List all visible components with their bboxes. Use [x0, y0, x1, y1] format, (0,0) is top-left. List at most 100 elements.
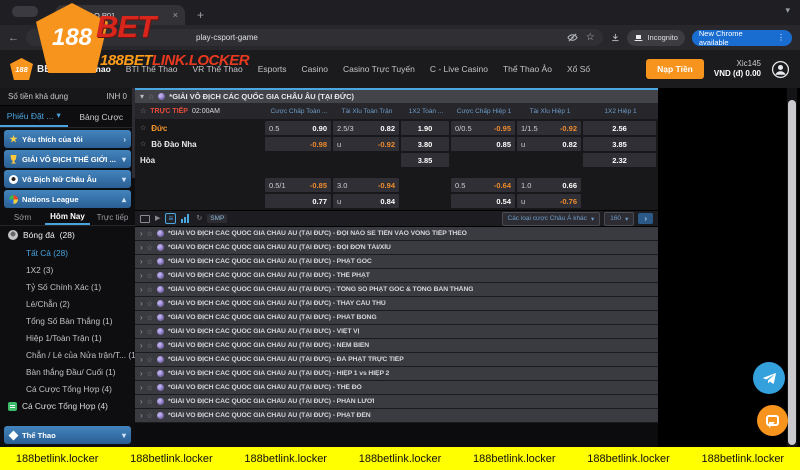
day-tab-0[interactable]: Sớm [0, 210, 45, 225]
star-icon[interactable]: ☆ [147, 258, 153, 266]
list-view-icon[interactable]: ≡ [165, 213, 176, 224]
filter-item-2[interactable]: Tỷ Số Chính Xác (1) [0, 278, 135, 295]
deposit-button[interactable]: Nạp Tiền [646, 59, 704, 79]
star-icon[interactable]: ☆ [147, 272, 153, 280]
star-icon[interactable]: ☆ [147, 342, 153, 350]
filter-item-3[interactable]: Lẻ/Chẵn (2) [0, 295, 135, 312]
odds-cell[interactable]: 3.85 [583, 137, 656, 151]
back-icon[interactable]: ← [8, 32, 19, 44]
star-icon[interactable]: ☆ [147, 300, 153, 308]
chart-view-icon[interactable] [181, 214, 191, 223]
odds-cell[interactable]: 0.5-0.64 [451, 178, 515, 192]
odds-cell[interactable]: 1.00.66 [517, 178, 581, 192]
tab-search-chevron-icon[interactable]: ▾ [785, 5, 790, 16]
market-type-select[interactable]: Các loại cược Châu Á khác ▾ [502, 212, 601, 226]
star-icon[interactable]: ☆ [147, 384, 153, 392]
nav-item-8[interactable]: Xổ Số [567, 64, 590, 74]
market-row-7[interactable]: ›☆*GIẢI VÔ ĐỊCH CÁC QUỐC GIA CHÂU ÂU (TẠ… [135, 325, 658, 339]
nav-item-6[interactable]: C - Live Casino [430, 64, 488, 74]
url-text[interactable]: play-csport-game [196, 33, 258, 42]
next-page-button[interactable]: › [638, 213, 653, 224]
sidebar-sport-header[interactable]: Bóng đá (28) [0, 226, 135, 244]
tab-bet-board[interactable]: Bảng Cược [68, 106, 136, 127]
count-select[interactable]: 160 ▾ [604, 212, 634, 226]
download-icon[interactable] [610, 32, 621, 43]
odds-cell[interactable]: 1.90 [401, 121, 449, 135]
star-icon[interactable]: ☆ [140, 124, 146, 132]
sidebar-accordion-1[interactable]: GIẢI VÔ ĐỊCH THẾ GIỚI ...▾ [4, 150, 131, 168]
market-row-12[interactable]: ›☆*GIẢI VÔ ĐỊCH CÁC QUỐC GIA CHÂU ÂU (TẠ… [135, 395, 658, 409]
star-icon[interactable]: ☆ [147, 230, 153, 238]
market-row-1[interactable]: ›☆*GIẢI VÔ ĐỊCH CÁC QUỐC GIA CHÂU ÂU (TẠ… [135, 241, 658, 255]
odds-cell[interactable]: u0.84 [333, 194, 399, 208]
main-scrollbar-track[interactable] [787, 88, 797, 447]
bookmark-star-icon[interactable]: ☆ [586, 33, 595, 43]
market-row-4[interactable]: ›☆*GIẢI VÔ ĐỊCH CÁC QUỐC GIA CHÂU ÂU (TẠ… [135, 283, 658, 297]
nav-item-0[interactable]: Thể Thao [73, 64, 111, 74]
telegram-button[interactable] [753, 362, 785, 394]
nav-item-1[interactable]: BTI Thể Thao [126, 64, 178, 74]
star-icon[interactable]: ☆ [140, 140, 146, 148]
tab-close-icon[interactable]: × [173, 10, 178, 20]
league-header[interactable]: ▾ ☆ *GIẢI VÔ ĐỊCH CÁC QUỐC GIA CHÂU ÂU (… [135, 88, 658, 103]
market-row-11[interactable]: ›☆*GIẢI VÔ ĐỊCH CÁC QUỐC GIA CHÂU ÂU (TẠ… [135, 381, 658, 395]
new-tab-button[interactable]: + [197, 10, 204, 20]
odds-cell[interactable]: 3.85 [401, 153, 449, 167]
star-icon[interactable]: ☆ [147, 328, 153, 336]
tv-icon[interactable] [140, 215, 150, 223]
refresh-icon[interactable]: ↻ [196, 215, 202, 222]
star-icon[interactable]: ☆ [148, 93, 154, 101]
odds-cell[interactable]: 2.56 [583, 121, 656, 135]
omnibox[interactable]: play-csport-game ☆ [26, 29, 603, 46]
star-icon[interactable]: ☆ [147, 412, 153, 420]
odds-cell[interactable]: 2.32 [583, 153, 656, 167]
odds-cell[interactable]: 0.5/1-0.85 [265, 178, 331, 192]
market-row-5[interactable]: ›☆*GIẢI VÔ ĐỊCH CÁC QUỐC GIA CHÂU ÂU (TẠ… [135, 297, 658, 311]
mix-parlay-item[interactable]: Cá Cược Tổng Hợp (4) [0, 397, 135, 415]
market-row-2[interactable]: ›☆*GIẢI VÔ ĐỊCH CÁC QUỐC GIA CHÂU ÂU (TẠ… [135, 255, 658, 269]
star-icon[interactable]: ☆ [147, 356, 153, 364]
nav-item-3[interactable]: Esports [258, 64, 287, 74]
filter-item-1[interactable]: 1X2 (3) [0, 261, 135, 278]
nav-item-4[interactable]: Casino [302, 64, 328, 74]
odds-cell[interactable]: 2.5/30.82 [333, 121, 399, 135]
star-icon[interactable]: ☆ [147, 286, 153, 294]
site-logo-word[interactable]: BET [37, 64, 57, 75]
odds-cell[interactable]: -0.98 [265, 137, 331, 151]
star-icon[interactable]: ☆ [140, 107, 146, 115]
avatar-icon[interactable] [771, 60, 790, 79]
filter-item-8[interactable]: Cá Cược Tổng Hợp (4) [0, 380, 135, 397]
market-row-10[interactable]: ›☆*GIẢI VÔ ĐỊCH CÁC QUỐC GIA CHÂU ÂU (TẠ… [135, 367, 658, 381]
nav-item-7[interactable]: Thể Thao Ảo [503, 64, 552, 74]
filter-item-5[interactable]: Hiệp 1/Toàn Trận (1) [0, 329, 135, 346]
star-icon[interactable]: ☆ [147, 314, 153, 322]
odds-cell[interactable]: u-0.92 [333, 137, 399, 151]
filter-item-7[interactable]: Bàn thắng Đầu/ Cuối (1) [0, 363, 135, 380]
sidebar-accordion-0[interactable]: ★Yêu thích của tôi› [4, 130, 131, 148]
tab-bet-slip[interactable]: Phiếu Đặt ... ▾ [0, 106, 68, 127]
sidebar-accordion-2[interactable]: Vô Địch Nữ Châu Âu▾ [4, 170, 131, 188]
filter-item-0[interactable]: Tất Cả (28) [0, 244, 135, 261]
play-icon[interactable]: ▶ [155, 215, 160, 222]
odds-cell[interactable]: 0.85 [451, 137, 515, 151]
day-tab-1[interactable]: Hôm Nay [45, 210, 90, 225]
star-icon[interactable]: ☆ [147, 244, 153, 252]
live-chat-button[interactable] [757, 405, 788, 436]
odds-cell[interactable]: 0.54 [451, 194, 515, 208]
smp-button[interactable]: SMP [207, 214, 227, 223]
odds-cell[interactable]: 3.80 [401, 137, 449, 151]
day-tab-2[interactable]: Trực tiếp [90, 210, 135, 225]
browser-tab[interactable]: THỂ THAO P01 × [55, 5, 185, 25]
new-chrome-button[interactable]: New Chrome available ⋮ [692, 30, 792, 46]
nav-item-5[interactable]: Casino Trực Tuyến [343, 64, 415, 74]
filter-item-6[interactable]: Chẵn / Lẻ của Nửa trận/T... (1) [0, 346, 135, 363]
chevron-down-icon[interactable]: ▾ [140, 92, 144, 101]
star-icon[interactable]: ☆ [147, 370, 153, 378]
main-scrollbar-thumb[interactable] [788, 100, 796, 445]
odds-cell[interactable]: 1/1.5-0.92 [517, 121, 581, 135]
odds-cell[interactable]: u0.82 [517, 137, 581, 151]
star-icon[interactable]: ☆ [147, 398, 153, 406]
odds-cell[interactable]: 3.0-0.94 [333, 178, 399, 192]
more-menu-icon[interactable]: ⋮ [777, 33, 785, 42]
odds-cell[interactable]: 0.50.90 [265, 121, 331, 135]
